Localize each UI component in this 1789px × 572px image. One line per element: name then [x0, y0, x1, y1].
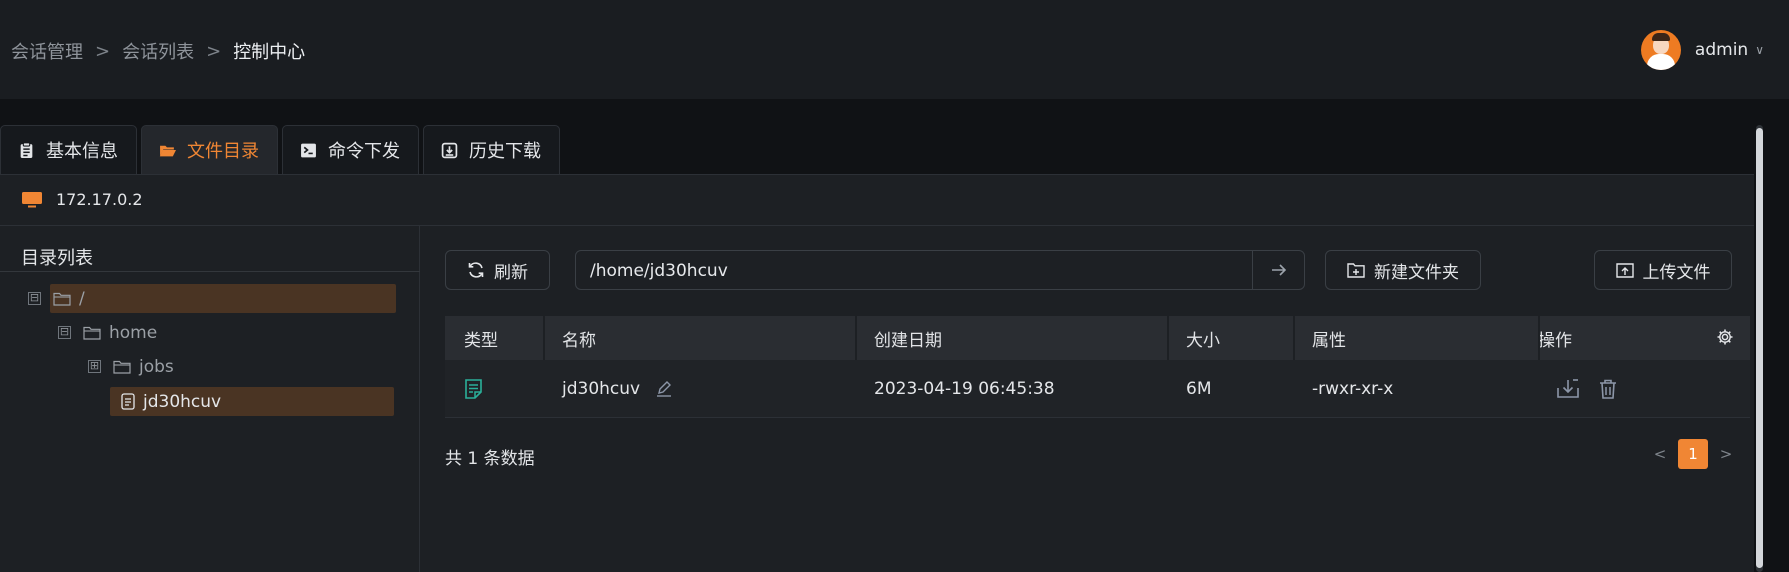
- download-icon[interactable]: [1557, 378, 1579, 399]
- cell-attrs: -rwxr-xr-x: [1312, 378, 1394, 399]
- next-page-icon[interactable]: >: [1716, 445, 1736, 463]
- folder-icon: [113, 360, 131, 374]
- upload-label: 上传文件: [1642, 262, 1711, 283]
- tree-node-jd30hcuv[interactable]: jd30hcuv: [110, 387, 394, 416]
- file-icon: [121, 393, 135, 410]
- directory-title: 目录列表: [21, 248, 93, 269]
- cell-name: jd30hcuv: [543, 360, 855, 417]
- tree-node-label: home: [109, 322, 158, 343]
- file-doc-icon: [465, 378, 482, 399]
- breadcrumb-separator: >: [206, 40, 222, 62]
- new-folder-button[interactable]: 新建文件夹: [1325, 250, 1481, 290]
- file-name: jd30hcuv: [562, 378, 641, 399]
- table-row[interactable]: jd30hcuv 2023-04-19 06:45:38 6M -rwxr-xr…: [445, 360, 1750, 418]
- directory-pane: 目录列表 ⊟ / ⊟ home ⊞ jobs jd30hcuv: [0, 226, 420, 572]
- refresh-icon: [468, 262, 484, 278]
- edit-icon[interactable]: [656, 380, 672, 397]
- tree-node-label: jd30hcuv: [143, 391, 222, 412]
- avatar: [1640, 30, 1681, 70]
- pagination: < 1 >: [1650, 439, 1736, 469]
- actions-header-label: 操作: [1538, 330, 1572, 351]
- prev-page-icon[interactable]: <: [1650, 445, 1670, 463]
- column-header-attrs[interactable]: 属性: [1293, 316, 1538, 360]
- table-header: 类型 名称 创建日期 大小 属性 操作: [445, 316, 1750, 360]
- tab-bar: 基本信息 文件目录 命令下发 历史下载: [0, 125, 564, 174]
- tab-label: 文件目录: [187, 141, 259, 162]
- upload-icon: [1615, 263, 1634, 278]
- terminal-icon: [301, 143, 316, 157]
- file-table: 类型 名称 创建日期 大小 属性 操作 jd30hcuv 2023-04-19 …: [445, 316, 1750, 418]
- column-header-type: 类型: [464, 330, 498, 351]
- tab-command-dispatch[interactable]: 命令下发: [282, 125, 419, 174]
- folder-icon: [53, 292, 71, 306]
- clipboard-icon: [20, 141, 33, 158]
- cell-actions: [1538, 360, 1750, 417]
- page-button-current[interactable]: 1: [1678, 439, 1708, 469]
- refresh-button[interactable]: 刷新: [445, 250, 550, 290]
- new-folder-label: 新建文件夹: [1374, 262, 1459, 283]
- column-header-size[interactable]: 大小: [1167, 316, 1293, 360]
- monitor-icon: [22, 191, 42, 207]
- breadcrumb-item-session-manage[interactable]: 会话管理: [11, 38, 83, 64]
- column-header-created[interactable]: 创建日期: [855, 316, 1167, 360]
- host-row: 172.17.0.2: [0, 174, 1754, 226]
- tab-history-download[interactable]: 历史下载: [423, 125, 560, 174]
- tab-file-directory[interactable]: 文件目录: [141, 125, 278, 174]
- tab-label: 历史下载: [469, 141, 541, 162]
- top-header: 会话管理 > 会话列表 > 控制中心 admin ∨: [0, 0, 1789, 99]
- path-input[interactable]: /home/jd30hcuv: [575, 250, 1305, 290]
- expand-icon[interactable]: ⊞: [88, 360, 101, 373]
- folder-open-icon: [159, 145, 176, 156]
- tree-node-label: jobs: [139, 356, 174, 377]
- folder-icon: [83, 326, 101, 340]
- folder-add-icon: [1347, 263, 1365, 278]
- host-ip: 172.17.0.2: [56, 190, 143, 209]
- page-scrollbar[interactable]: [1756, 125, 1763, 572]
- collapse-icon[interactable]: ⊟: [28, 292, 41, 305]
- refresh-label: 刷新: [494, 262, 528, 283]
- chevron-down-icon: ∨: [1755, 43, 1764, 57]
- path-value: /home/jd30hcuv: [590, 261, 728, 281]
- cell-type: [445, 360, 543, 417]
- file-pane: 刷新 /home/jd30hcuv 新建文件夹 上传文件 类型 名称 创建日期 …: [420, 226, 1754, 572]
- tab-label: 命令下发: [328, 141, 400, 162]
- trash-icon[interactable]: [1599, 379, 1617, 399]
- column-header-name[interactable]: 名称: [543, 316, 855, 360]
- breadcrumb-separator: >: [95, 40, 111, 62]
- tree-node-label: /: [79, 288, 85, 309]
- divider: [0, 271, 420, 272]
- breadcrumb-item-session-list[interactable]: 会话列表: [122, 38, 194, 64]
- upload-file-button[interactable]: 上传文件: [1594, 250, 1732, 290]
- tree-node-home[interactable]: ⊟ home: [58, 318, 157, 347]
- breadcrumb-item-control-center: 控制中心: [233, 42, 306, 63]
- collapse-icon[interactable]: ⊟: [58, 326, 71, 339]
- user-menu[interactable]: admin ∨: [1640, 30, 1764, 70]
- tab-label: 基本信息: [46, 141, 118, 162]
- download-box-icon: [441, 142, 458, 158]
- breadcrumb: 会话管理 > 会话列表 > 控制中心: [11, 38, 305, 64]
- tab-basic-info[interactable]: 基本信息: [0, 125, 137, 174]
- go-button[interactable]: [1252, 251, 1304, 289]
- tree-node-jobs[interactable]: ⊞ jobs: [88, 352, 174, 381]
- gear-icon[interactable]: [1716, 328, 1734, 346]
- total-count: 共 1 条数据: [445, 449, 535, 469]
- username: admin: [1694, 40, 1749, 60]
- cell-size: 6M: [1186, 378, 1212, 399]
- arrow-right-icon: [1271, 264, 1286, 276]
- cell-created: 2023-04-19 06:45:38: [874, 378, 1055, 399]
- tree-node-root[interactable]: ⊟ /: [28, 284, 396, 313]
